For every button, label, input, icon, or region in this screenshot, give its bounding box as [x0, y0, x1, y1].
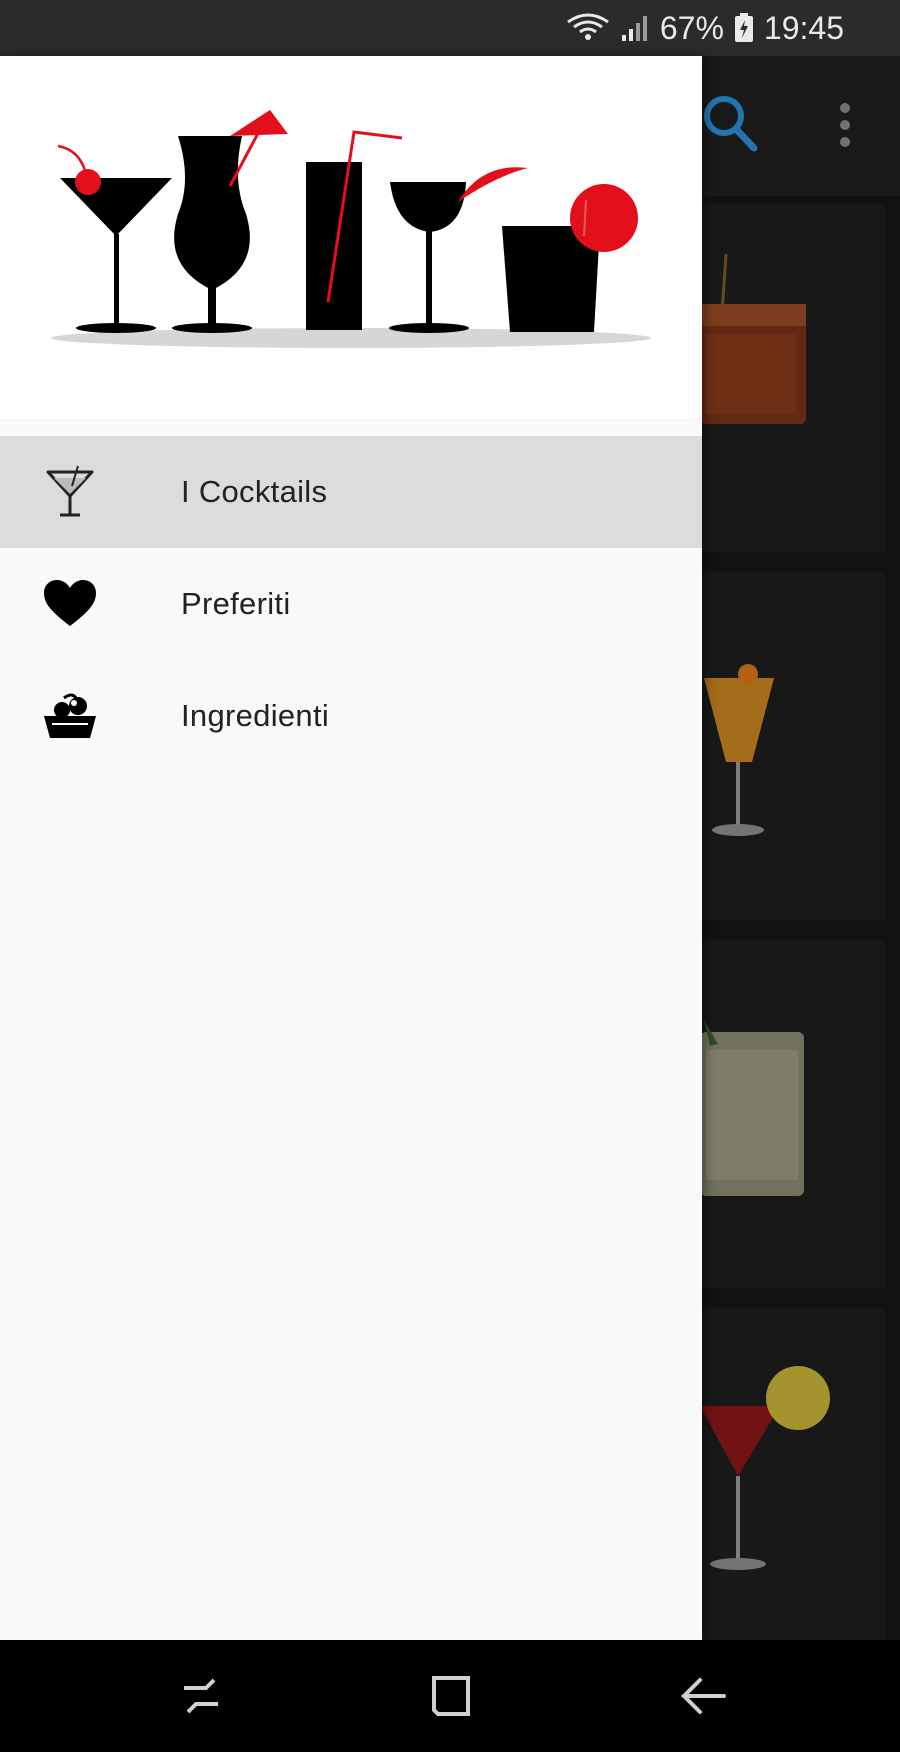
status-icons: 67% 19:45 — [566, 8, 844, 48]
battery-percent: 67% — [659, 10, 724, 46]
drawer-item-label: I Cocktails — [181, 474, 328, 509]
heart-icon — [42, 576, 98, 632]
status-bar: 67% 19:45 — [0, 0, 900, 56]
drawer-item-label: Ingredienti — [181, 698, 330, 733]
drawer-item-favorites[interactable]: Preferiti — [0, 548, 702, 660]
drawer-item-label: Preferiti — [181, 586, 291, 621]
navigation-drawer: I Cocktails Preferiti Ingredienti — [0, 56, 702, 1640]
back-icon[interactable] — [674, 1666, 734, 1726]
wifi-icon — [566, 12, 610, 44]
cocktail-glass-icon — [42, 464, 98, 520]
home-icon[interactable] — [422, 1666, 482, 1726]
drawer-item-ingredients[interactable]: Ingredienti — [0, 660, 702, 772]
clock: 19:45 — [763, 10, 844, 46]
recents-icon[interactable] — [172, 1666, 232, 1726]
signal-icon — [620, 13, 650, 43]
drawer-item-cocktails[interactable]: I Cocktails — [0, 436, 702, 548]
basket-icon — [42, 688, 98, 744]
drawer-header — [0, 56, 702, 418]
system-nav-bar — [0, 1640, 900, 1752]
cocktail-glasses-banner — [51, 110, 651, 348]
drawer-menu: I Cocktails Preferiti Ingredienti — [0, 436, 702, 772]
battery-icon — [734, 13, 754, 43]
